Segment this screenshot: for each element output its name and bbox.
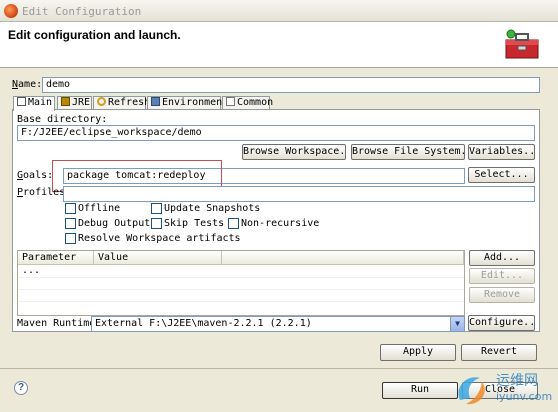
tab-environment[interactable]: Environment	[147, 96, 228, 110]
browse-workspace-button[interactable]: Browse Workspace...	[242, 144, 346, 160]
tab-refresh[interactable]: Refresh	[93, 96, 150, 110]
tab-common-label: Common	[237, 97, 274, 108]
configure-button[interactable]: Configure...	[468, 315, 535, 331]
watermark-logo: 运维网 iyunv.com	[452, 366, 558, 412]
watermark-swirl-icon	[458, 377, 485, 405]
name-field[interactable]: demo	[42, 77, 540, 93]
remove-parameter-button[interactable]: Remove	[469, 287, 535, 303]
offline-label: Offline	[78, 203, 121, 214]
goals-label: Goals:	[17, 170, 54, 181]
header-title: Edit configuration and launch.	[8, 28, 181, 42]
parameters-table[interactable]: Parameter ... Value	[17, 250, 465, 316]
table-row-divider	[18, 277, 464, 278]
offline-checkbox[interactable]	[65, 203, 76, 214]
window-title: Edit Configuration	[22, 5, 142, 18]
skip-tests-checkbox[interactable]	[151, 218, 162, 229]
base-directory-label: Base directory:	[17, 114, 108, 125]
maven-runtime-select[interactable]: External F:\J2EE\maven-2.2.1 (2.2.1) ▼	[91, 316, 465, 332]
refresh-tab-icon	[97, 97, 106, 106]
browse-file-system-button[interactable]: Browse File System...	[351, 144, 465, 160]
watermark-cn-text: 运维网	[496, 373, 538, 389]
debug-output-label: Debug Output	[78, 218, 151, 229]
base-directory-field[interactable]: F:/J2EE/eclipse_workspace/demo	[17, 125, 535, 141]
non-recursive-checkbox[interactable]	[228, 218, 239, 229]
dialog-header: Edit configuration and launch.	[0, 22, 558, 68]
help-icon[interactable]: ?	[14, 381, 28, 395]
main-tab-icon	[17, 97, 26, 106]
toolbox-icon	[505, 29, 539, 59]
column-header-value[interactable]: Value	[94, 251, 222, 265]
maven-runtime-value: External F:\J2EE\maven-2.2.1 (2.2.1)	[95, 318, 312, 329]
tab-common[interactable]: Common	[222, 96, 274, 110]
column-header-parameter[interactable]: Parameter ...	[18, 251, 94, 276]
table-row-divider	[18, 301, 464, 302]
maven-runtime-label: Maven Runtime:	[17, 318, 102, 329]
select-goals-button[interactable]: Select...	[468, 167, 535, 183]
table-row-divider	[18, 289, 464, 290]
update-snapshots-label: Update Snapshots	[164, 203, 261, 214]
tab-main-label: Main	[28, 97, 53, 108]
eclipse-icon	[4, 4, 18, 18]
apply-button[interactable]: Apply	[380, 344, 456, 361]
title-bar[interactable]: Edit Configuration	[0, 0, 558, 22]
non-recursive-label: Non-recursive	[241, 218, 320, 229]
tab-environment-label: Environment	[162, 97, 229, 108]
variables-button[interactable]: Variables...	[468, 144, 535, 160]
run-button[interactable]: Run	[382, 382, 458, 399]
add-parameter-button[interactable]: Add...	[469, 250, 535, 266]
jre-tab-icon	[61, 97, 70, 106]
chevron-down-icon[interactable]: ▼	[450, 317, 464, 331]
resolve-workspace-label: Resolve Workspace artifacts	[78, 233, 241, 244]
name-label: Name:	[12, 79, 43, 90]
common-tab-icon	[226, 97, 235, 106]
tab-main[interactable]: Main	[13, 96, 55, 111]
resolve-workspace-checkbox[interactable]	[65, 233, 76, 244]
column-header-filler	[222, 251, 464, 265]
tab-refresh-label: Refresh	[108, 97, 151, 108]
edit-parameter-button[interactable]: Edit...	[469, 268, 535, 284]
revert-button[interactable]: Revert	[461, 344, 537, 361]
watermark-en-text: iyunv.com	[496, 390, 553, 403]
environment-tab-icon	[151, 97, 160, 106]
skip-tests-label: Skip Tests	[164, 218, 225, 229]
update-snapshots-checkbox[interactable]	[151, 203, 162, 214]
debug-output-checkbox[interactable]	[65, 218, 76, 229]
tab-jre[interactable]: JRE	[57, 96, 92, 110]
tab-jre-label: JRE	[72, 97, 91, 108]
profiles-field[interactable]	[63, 186, 535, 202]
